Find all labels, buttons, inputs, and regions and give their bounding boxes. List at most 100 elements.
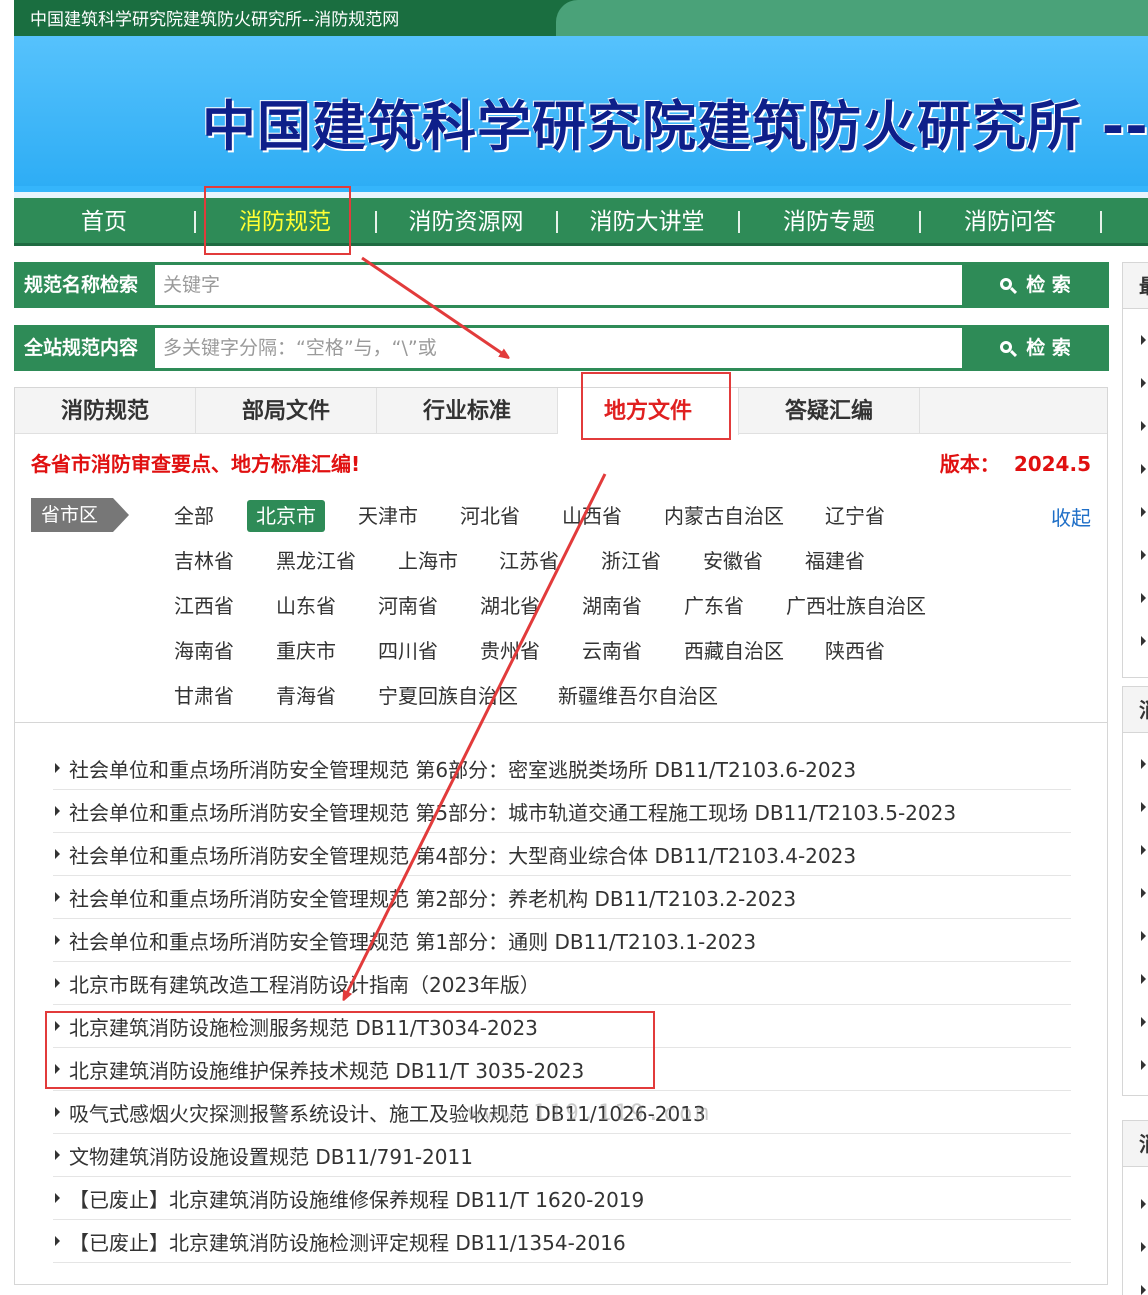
region-tag: 省市区: [31, 498, 129, 532]
document-item[interactable]: 文物建筑消防设施设置规范 DB11/791-2011: [53, 1134, 1071, 1177]
nav-item-qa[interactable]: 消防问答: [920, 198, 1100, 243]
region-hebei[interactable]: 河北省: [460, 500, 520, 532]
nav-item-home[interactable]: 首页: [14, 198, 194, 243]
bullet-icon: [55, 935, 60, 945]
region-guizhou[interactable]: 贵州省: [480, 635, 540, 667]
region-gansu[interactable]: 甘肃省: [174, 680, 234, 712]
collapse-link[interactable]: 收起: [1051, 502, 1091, 531]
bullet-icon: [55, 1150, 60, 1160]
name-search-label: 规范名称检索: [24, 274, 139, 296]
bullet-icon: [1141, 1060, 1146, 1070]
document-title: 社会单位和重点场所消防安全管理规范 第6部分：密室逃脱类场所 DB11/T210…: [69, 758, 857, 782]
document-item[interactable]: 社会单位和重点场所消防安全管理规范 第1部分：通则 DB11/T2103.1-2…: [53, 919, 1071, 962]
document-title: 社会单位和重点场所消防安全管理规范 第4部分：大型商业综合体 DB11/T210…: [69, 844, 857, 868]
tab-fire-codes[interactable]: 消防规范: [15, 388, 196, 434]
site-banner: 中国建筑科学研究院建筑防火研究所 --消: [14, 36, 1148, 198]
nav-item-lectures[interactable]: 消防大讲堂: [557, 198, 737, 243]
bullet-icon: [1141, 464, 1146, 474]
document-item[interactable]: 社会单位和重点场所消防安全管理规范 第5部分：城市轨道交通工程施工现场 DB11…: [53, 790, 1071, 833]
tab-qa-collection[interactable]: 答疑汇编: [739, 388, 920, 434]
name-search-button[interactable]: 检 索: [962, 265, 1109, 305]
annotation-box-documents: [45, 1011, 655, 1089]
bullet-icon: [1141, 974, 1146, 984]
region-shanxi[interactable]: 山西省: [562, 500, 622, 532]
region-liaoning[interactable]: 辽宁省: [825, 500, 885, 532]
tab-industry-standards[interactable]: 行业标准: [377, 388, 558, 434]
region-shanghai[interactable]: 上海市: [398, 545, 458, 577]
region-tianjin[interactable]: 天津市: [358, 500, 418, 532]
region-xinjiang[interactable]: 新疆维吾尔自治区: [558, 680, 718, 712]
region-jiangsu[interactable]: 江苏省: [499, 545, 559, 577]
banner-headline: 中国建筑科学研究院建筑防火研究所 --消: [202, 95, 1148, 158]
nav-item-topics[interactable]: 消防专题: [739, 198, 919, 243]
sidebar-panel-2-head: 消: [1123, 687, 1148, 733]
bullet-icon: [1141, 378, 1146, 388]
region-anhui[interactable]: 安徽省: [703, 545, 763, 577]
version-label: 版本：: [939, 452, 1000, 476]
page: 中国建筑科学研究院建筑防火研究所--消防规范网 中国建筑科学研究院建筑防火研究所…: [0, 0, 1148, 1295]
bullet-icon: [1141, 1242, 1146, 1252]
document-item[interactable]: 【已废止】北京建筑消防设施维修保养规程 DB11/T 1620-2019: [53, 1177, 1071, 1220]
bullet-icon: [1141, 421, 1146, 431]
region-jilin[interactable]: 吉林省: [174, 545, 234, 577]
bullet-icon: [55, 763, 60, 773]
region-zhejiang[interactable]: 浙江省: [601, 545, 661, 577]
region-guangxi[interactable]: 广西壮族自治区: [786, 590, 926, 622]
name-search-input[interactable]: [155, 265, 962, 305]
region-henan[interactable]: 河南省: [378, 590, 438, 622]
main-nav: 首页 消防规范 消防资源网 消防大讲堂 消防专题 消防问答: [14, 198, 1148, 246]
document-title: 文物建筑消防设施设置规范 DB11/791-2011: [69, 1145, 473, 1169]
document-item[interactable]: 社会单位和重点场所消防安全管理规范 第6部分：密室逃脱类场所 DB11/T210…: [53, 747, 1071, 790]
region-qinghai[interactable]: 青海省: [276, 680, 336, 712]
region-beijing[interactable]: 北京市: [247, 500, 325, 532]
nav-item-resources[interactable]: 消防资源网: [376, 198, 556, 243]
version-value: 2024.5: [1013, 452, 1091, 476]
document-title: 北京市既有建筑改造工程消防设计指南（2023年版）: [69, 973, 540, 997]
document-item[interactable]: 【已废止】北京建筑消防设施检测评定规程 DB11/1354-2016: [53, 1220, 1071, 1263]
region-shandong[interactable]: 山东省: [276, 590, 336, 622]
region-heilongjiang[interactable]: 黑龙江省: [276, 545, 356, 577]
region-hunan[interactable]: 湖南省: [582, 590, 642, 622]
name-search-button-label: 检 索: [1026, 274, 1071, 296]
document-title: 社会单位和重点场所消防安全管理规范 第5部分：城市轨道交通工程施工现场 DB11…: [69, 801, 957, 825]
tab-ministry-docs[interactable]: 部局文件: [196, 388, 377, 434]
bullet-icon: [1141, 888, 1146, 898]
content-search-button-label: 检 索: [1026, 337, 1071, 359]
bullet-icon: [55, 892, 60, 902]
bullet-icon: [55, 1107, 60, 1117]
region-fujian[interactable]: 福建省: [805, 545, 865, 577]
sidebar-panel-1: 最: [1122, 262, 1148, 678]
name-search-bar: 规范名称检索 检 索: [14, 262, 1109, 308]
region-yunnan[interactable]: 云南省: [582, 635, 642, 667]
region-shaanxi[interactable]: 陕西省: [825, 635, 885, 667]
bullet-icon: [1141, 1199, 1146, 1209]
watermark: www.119.119.com: [468, 1101, 712, 1126]
bullet-icon: [1141, 1017, 1146, 1027]
title-bar: 中国建筑科学研究院建筑防火研究所--消防规范网: [14, 0, 1148, 36]
sidebar-panel-1-head: 最: [1123, 263, 1148, 309]
document-title: 【已废止】北京建筑消防设施维修保养规程 DB11/T 1620-2019: [69, 1188, 645, 1212]
region-all[interactable]: 全部: [174, 500, 214, 532]
bullet-icon: [55, 978, 60, 988]
document-item[interactable]: 社会单位和重点场所消防安全管理规范 第4部分：大型商业综合体 DB11/T210…: [53, 833, 1071, 876]
region-jiangxi[interactable]: 江西省: [174, 590, 234, 622]
bullet-icon: [1141, 507, 1146, 517]
region-guangdong[interactable]: 广东省: [684, 590, 744, 622]
document-item[interactable]: 北京市既有建筑改造工程消防设计指南（2023年版）: [53, 962, 1071, 1005]
region-ningxia[interactable]: 宁夏回族自治区: [378, 680, 518, 712]
content-search-button[interactable]: 检 索: [962, 328, 1109, 368]
region-hubei[interactable]: 湖北省: [480, 590, 540, 622]
document-item[interactable]: 社会单位和重点场所消防安全管理规范 第2部分：养老机构 DB11/T2103.2…: [53, 876, 1071, 919]
bullet-icon: [1141, 802, 1146, 812]
region-tag-arrow: [113, 498, 129, 532]
region-chongqing[interactable]: 重庆市: [276, 635, 336, 667]
document-title: 社会单位和重点场所消防安全管理规范 第1部分：通则 DB11/T2103.1-2…: [69, 930, 757, 954]
category-tabs: 消防规范 部局文件 行业标准 地方文件 答疑汇编: [15, 388, 1107, 435]
region-hainan[interactable]: 海南省: [174, 635, 234, 667]
region-inner-mongolia[interactable]: 内蒙古自治区: [664, 500, 784, 532]
notice-text: 各省市消防审查要点、地方标准汇编!: [31, 452, 361, 476]
content-search-input[interactable]: [155, 328, 962, 368]
region-tibet[interactable]: 西藏自治区: [684, 635, 784, 667]
region-sichuan[interactable]: 四川省: [378, 635, 438, 667]
version-info: 版本： 2024.5: [940, 448, 1091, 477]
